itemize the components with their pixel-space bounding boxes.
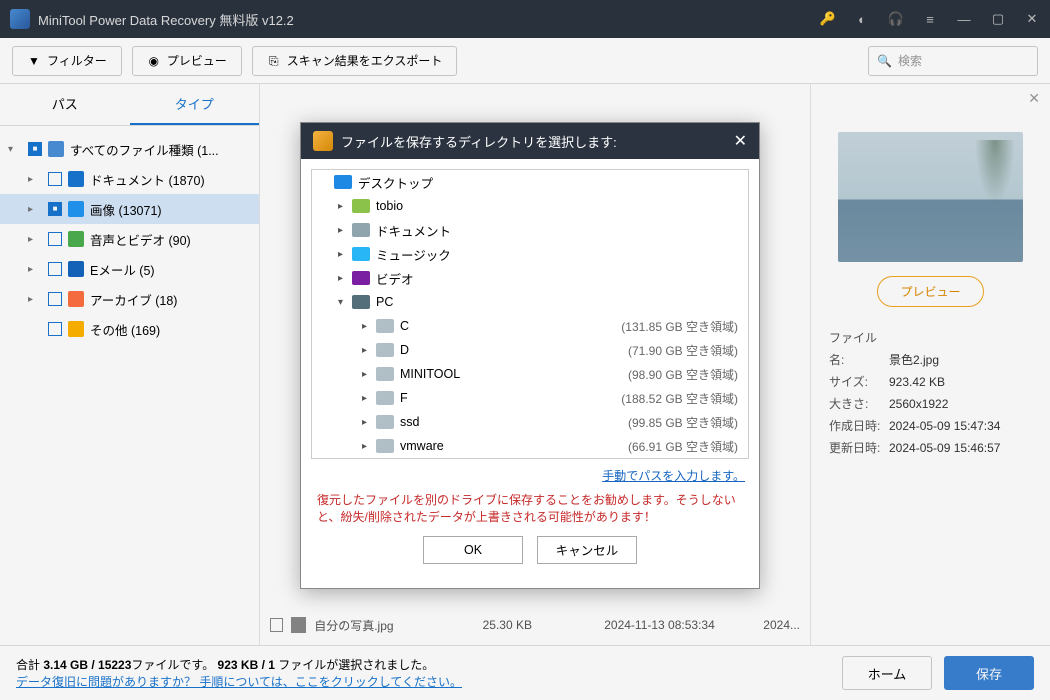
chevron-icon[interactable]: ▸ <box>362 321 376 332</box>
directory-name: PC <box>376 295 738 309</box>
drive-icon <box>334 175 352 189</box>
directory-freespace: (131.85 GB 空き領域) <box>621 318 748 335</box>
warning-text: 復元したファイルを別のドライブに保存することをお勧めします。そうしないと、紛失/… <box>311 488 749 536</box>
drive-icon <box>376 319 394 333</box>
manual-path-link[interactable]: 手動でパスを入力します。 <box>602 469 745 483</box>
modal-logo-icon <box>313 131 333 151</box>
modal-cancel-button[interactable]: キャンセル <box>537 536 637 564</box>
directory-item[interactable]: ▸ D(71.90 GB 空き領域) <box>312 338 748 362</box>
directory-name: デスクトップ <box>358 173 738 192</box>
directory-freespace: (71.90 GB 空き領域) <box>628 342 748 359</box>
directory-name: ビデオ <box>376 269 738 288</box>
directory-item[interactable]: ▸ C(131.85 GB 空き領域) <box>312 314 748 338</box>
drive-icon <box>352 271 370 285</box>
directory-name: tobio <box>376 199 738 213</box>
directory-name: ドキュメント <box>376 221 738 240</box>
directory-name: D <box>400 343 628 357</box>
drive-icon <box>376 367 394 381</box>
chevron-icon[interactable]: ▸ <box>362 417 376 428</box>
directory-item[interactable]: ▸ tobio <box>312 194 748 218</box>
directory-name: C <box>400 319 621 333</box>
directory-item[interactable]: ▸ F(188.52 GB 空き領域) <box>312 386 748 410</box>
directory-name: vmware <box>400 439 628 453</box>
drive-icon <box>352 223 370 237</box>
chevron-icon[interactable]: ▸ <box>362 393 376 404</box>
directory-item[interactable]: ▸ MINITOOL(98.90 GB 空き領域) <box>312 362 748 386</box>
drive-icon <box>352 199 370 213</box>
directory-name: ミュージック <box>376 245 738 264</box>
directory-freespace: (66.91 GB 空き領域) <box>628 438 748 455</box>
directory-item[interactable]: ▸ ビデオ <box>312 266 748 290</box>
directory-item[interactable]: デスクトップ <box>312 170 748 194</box>
chevron-icon[interactable]: ▸ <box>362 345 376 356</box>
chevron-icon[interactable]: ▸ <box>338 225 352 236</box>
directory-freespace: (98.90 GB 空き領域) <box>628 366 748 383</box>
directory-tree: デスクトップ ▸ tobio ▸ ドキュメント ▸ ミュージック ▸ ビデオ ▾ PC ▸ C(131.… <box>311 169 749 459</box>
directory-name: MINITOOL <box>400 367 628 381</box>
directory-name: ssd <box>400 415 628 429</box>
drive-icon <box>352 295 370 309</box>
modal-ok-button[interactable]: OK <box>423 536 523 564</box>
chevron-icon[interactable]: ▾ <box>338 297 352 308</box>
chevron-icon[interactable]: ▸ <box>362 441 376 452</box>
save-directory-modal: ファイルを保存するディレクトリを選択します: ✕ デスクトップ ▸ tobio ▸ ドキ… <box>300 122 760 589</box>
directory-item[interactable]: ▸ vmware(66.91 GB 空き領域) <box>312 434 748 458</box>
modal-close-icon[interactable]: ✕ <box>734 131 747 151</box>
chevron-icon[interactable]: ▸ <box>362 369 376 380</box>
directory-name: F <box>400 391 621 405</box>
chevron-icon[interactable]: ▸ <box>338 273 352 284</box>
directory-item[interactable]: ▾ PC <box>312 290 748 314</box>
drive-icon <box>376 415 394 429</box>
drive-icon <box>352 247 370 261</box>
directory-freespace: (99.85 GB 空き領域) <box>628 414 748 431</box>
chevron-icon[interactable]: ▸ <box>338 201 352 212</box>
drive-icon <box>376 343 394 357</box>
directory-item[interactable]: ▸ ssd(99.85 GB 空き領域) <box>312 410 748 434</box>
directory-item[interactable]: ▸ ミュージック <box>312 242 748 266</box>
directory-freespace: (188.52 GB 空き領域) <box>621 390 748 407</box>
drive-icon <box>376 439 394 453</box>
drive-icon <box>376 391 394 405</box>
directory-item[interactable]: ▸ ドキュメント <box>312 218 748 242</box>
modal-title: ファイルを保存するディレクトリを選択します: <box>341 132 734 151</box>
chevron-icon[interactable]: ▸ <box>338 249 352 260</box>
